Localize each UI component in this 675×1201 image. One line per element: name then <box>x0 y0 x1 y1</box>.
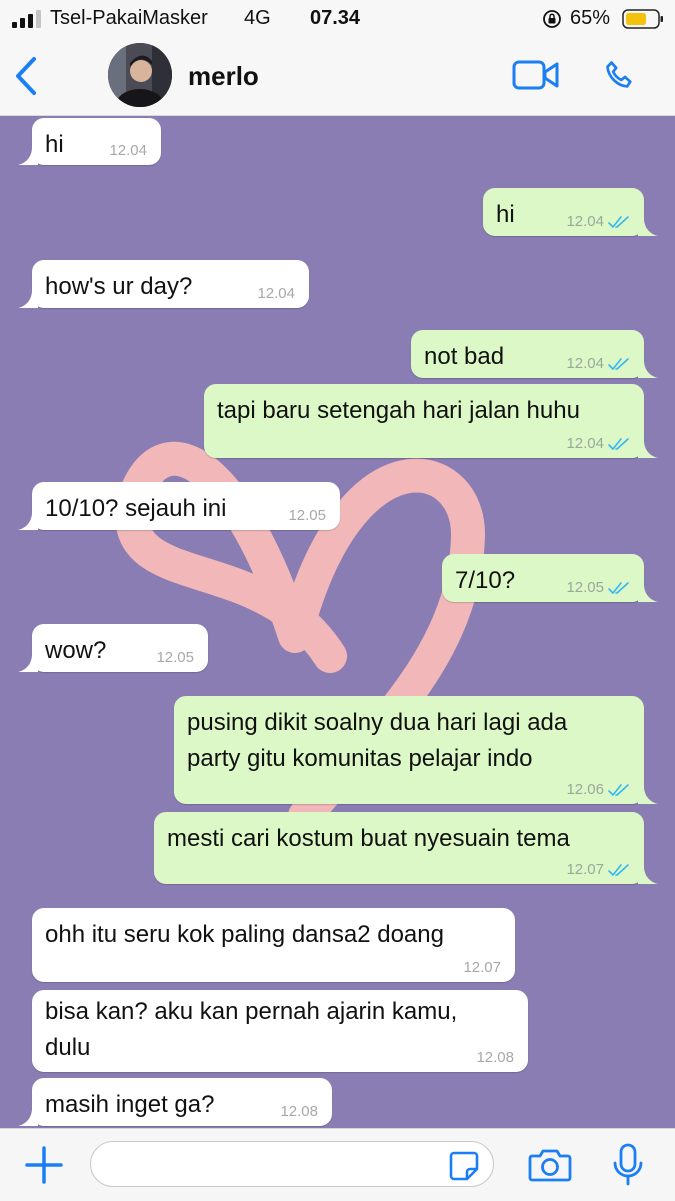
message-incoming[interactable]: bisa kan? aku kan pernah ajarin kamu, du… <box>32 990 528 1072</box>
message-incoming[interactable]: how's ur day? 12.04 <box>18 260 309 308</box>
message-text: not bad <box>424 343 505 370</box>
bubble-tail <box>638 786 658 804</box>
message-time: 12.05 <box>566 579 604 596</box>
message-incoming[interactable]: masih inget ga? 12.08 <box>18 1078 332 1126</box>
clock: 07.34 <box>310 7 361 29</box>
read-receipt-icon <box>608 357 629 370</box>
contact-name[interactable]: merlo <box>188 61 259 92</box>
message-incoming[interactable]: hi 12.04 <box>18 118 161 165</box>
message-time: 12.04 <box>566 435 604 452</box>
message-outgoing[interactable]: not bad 12.04 <box>411 330 658 378</box>
video-call-icon[interactable] <box>512 58 560 92</box>
bubble-tail <box>18 290 38 308</box>
read-receipt-icon <box>608 863 629 876</box>
message-outgoing[interactable]: pusing dikit soalny dua hari lagi ada pa… <box>174 696 658 804</box>
network-type: 4G <box>244 7 271 29</box>
message-input-bar <box>0 1128 675 1201</box>
avatar[interactable] <box>108 43 172 107</box>
camera-icon[interactable] <box>528 1147 572 1183</box>
message-incoming[interactable]: wow? 12.05 <box>18 624 208 672</box>
message-text: wow? <box>45 637 107 664</box>
message-time: 12.04 <box>257 285 295 302</box>
message-text-line: bisa kan? aku kan pernah ajarin kamu, <box>45 998 458 1025</box>
message-time: 12.05 <box>156 649 194 666</box>
message-text: 7/10? <box>455 567 516 594</box>
voice-call-icon[interactable] <box>601 57 639 95</box>
microphone-icon[interactable] <box>612 1143 644 1187</box>
message-text: 10/10? sejauh ini <box>45 495 227 522</box>
message-text: masih inget ga? <box>45 1091 215 1118</box>
chat-area[interactable]: hi 12.04 hi 12.04 how's ur day? 12.04 no… <box>0 116 675 1128</box>
message-text: how's ur day? <box>45 273 193 300</box>
read-receipt-icon <box>608 437 629 450</box>
message-text-line: dulu <box>45 1034 91 1061</box>
message-time: 12.04 <box>566 355 604 372</box>
plus-icon[interactable] <box>24 1145 64 1185</box>
battery-icon <box>622 9 663 29</box>
bubble-tail <box>638 440 658 458</box>
read-receipt-icon <box>608 215 629 228</box>
message-incoming[interactable]: 10/10? sejauh ini 12.05 <box>18 482 340 530</box>
bubble-tail <box>638 866 658 884</box>
bubble-tail <box>18 1108 38 1126</box>
message-time: 12.08 <box>476 1049 514 1066</box>
message-text: hi <box>496 201 515 228</box>
message-time: 12.04 <box>109 142 147 159</box>
message-outgoing[interactable]: tapi baru setengah hari jalan huhu 12.04 <box>204 384 658 458</box>
message-text: mesti cari kostum buat nyesuain tema <box>167 825 570 852</box>
message-time: 12.04 <box>566 213 604 230</box>
bubble-tail <box>18 147 38 165</box>
sticker-icon[interactable] <box>448 1150 480 1182</box>
message-text: hi <box>45 131 64 158</box>
message-time: 12.07 <box>463 959 501 976</box>
message-text-line: pusing dikit soalny dua hari lagi ada <box>187 709 568 736</box>
message-input[interactable] <box>90 1141 494 1187</box>
signal-icon <box>12 10 41 28</box>
bubble-tail <box>638 584 658 602</box>
message-time: 12.06 <box>566 781 604 798</box>
battery-percent: 65% <box>570 7 611 29</box>
message-time: 12.07 <box>566 861 604 878</box>
message-outgoing[interactable]: mesti cari kostum buat nyesuain tema 12.… <box>154 812 658 884</box>
message-text-line: party gitu komunitas pelajar indo <box>187 745 533 772</box>
bubble-tail <box>638 218 658 236</box>
message-time: 12.08 <box>280 1103 318 1120</box>
bubble-tail <box>18 654 38 672</box>
read-receipt-icon <box>608 783 629 796</box>
message-time: 12.05 <box>288 507 326 524</box>
status-bar: Tsel-PakaiMasker 4G 07.34 65% <box>0 0 675 38</box>
carrier-name: Tsel-PakaiMasker <box>50 7 208 29</box>
message-text: tapi baru setengah hari jalan huhu <box>217 397 580 424</box>
read-receipt-icon <box>608 581 629 594</box>
message-outgoing[interactable]: hi 12.04 <box>483 188 658 236</box>
bubble-tail <box>18 512 38 530</box>
orientation-lock-icon <box>543 10 561 28</box>
bubble-tail <box>638 360 658 378</box>
message-text: ohh itu seru kok paling dansa2 doang <box>45 921 444 948</box>
chat-header: merlo <box>0 38 675 116</box>
back-icon[interactable] <box>12 56 40 96</box>
message-incoming[interactable]: ohh itu seru kok paling dansa2 doang 12.… <box>32 908 515 982</box>
message-outgoing[interactable]: 7/10? 12.05 <box>442 554 658 602</box>
